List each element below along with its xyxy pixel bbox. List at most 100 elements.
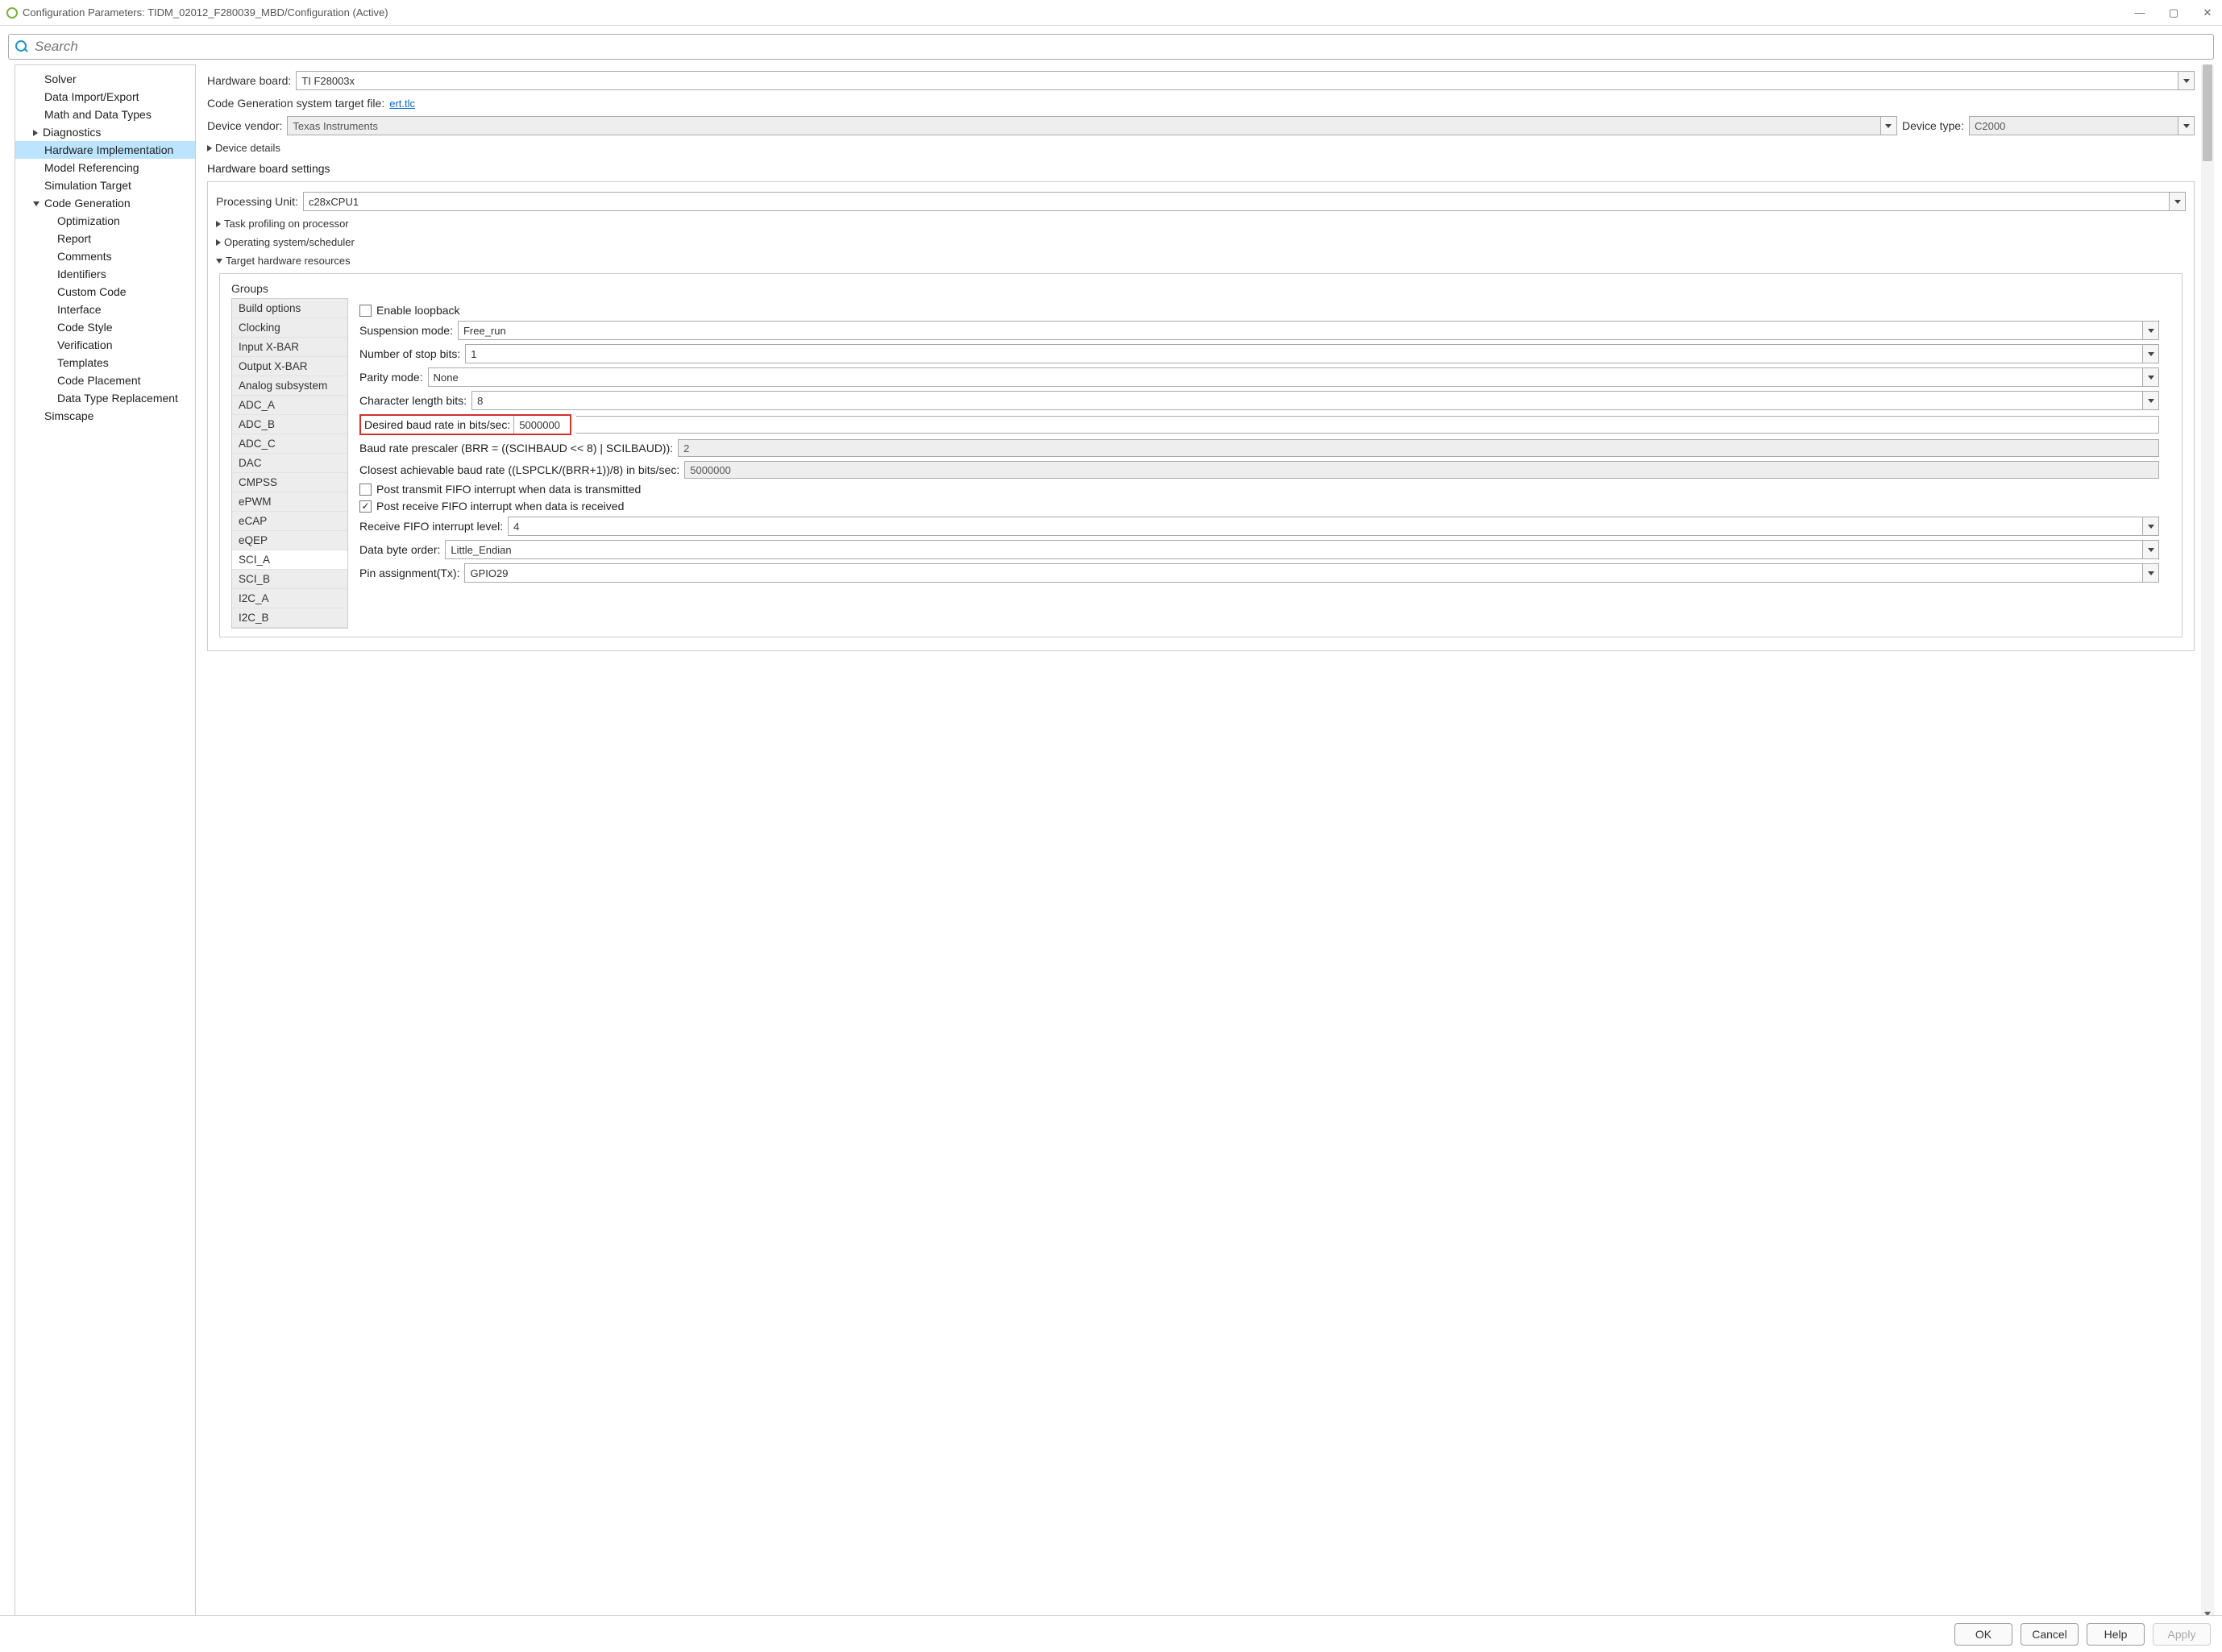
close-button[interactable]: ✕ (2199, 6, 2216, 19)
tree-item[interactable]: Code Style (15, 318, 195, 336)
dev-type-select: C2000 (1969, 116, 2195, 135)
group-item[interactable]: I2C_A (232, 589, 347, 608)
tree-item[interactable]: Report (15, 230, 195, 247)
search-bar[interactable] (8, 34, 2214, 60)
enable-loopback-checkbox[interactable] (359, 305, 372, 317)
charlen-label: Character length bits: (359, 394, 467, 407)
dev-type-value: C2000 (1975, 120, 2005, 132)
chevron-down-icon[interactable] (2142, 564, 2158, 582)
pintx-select[interactable]: GPIO29 (464, 563, 2159, 583)
byteorder-select[interactable]: Little_Endian (445, 540, 2159, 559)
groups-list[interactable]: Build optionsClockingInput X-BAROutput X… (231, 298, 348, 629)
chevron-down-icon[interactable] (2142, 345, 2158, 363)
hw-settings-fieldset: Processing Unit: c28xCPU1 Task profiling… (207, 181, 2195, 651)
group-item[interactable]: ADC_A (232, 396, 347, 415)
help-button[interactable]: Help (2087, 1623, 2145, 1646)
chevron-down-icon[interactable] (2142, 368, 2158, 386)
suspension-value: Free_run (463, 325, 506, 337)
group-item[interactable]: CMPSS (232, 473, 347, 492)
target-hw-toggle[interactable]: Target hardware resources (216, 255, 2186, 267)
group-item[interactable]: DAC (232, 454, 347, 473)
tree-item[interactable]: Verification (15, 336, 195, 354)
tree-item[interactable]: Code Generation (15, 194, 195, 212)
task-profiling-toggle[interactable]: Task profiling on processor (216, 218, 2186, 230)
post-tx-checkbox[interactable] (359, 484, 372, 496)
baud-label: Desired baud rate in bits/sec: (361, 417, 513, 433)
tree-item[interactable]: Simscape (15, 407, 195, 425)
baud-input[interactable]: 5000000 (513, 416, 570, 434)
group-item[interactable]: ADC_C (232, 434, 347, 454)
chevron-down-icon[interactable] (2178, 72, 2194, 89)
tree-item[interactable]: Hardware Implementation (15, 141, 195, 159)
rx-fifo-value: 4 (513, 521, 519, 533)
tree-item[interactable]: Data Type Replacement (15, 389, 195, 407)
post-rx-label: Post receive FIFO interrupt when data is… (376, 500, 624, 513)
closest-value: 5000000 (690, 464, 731, 476)
tree-item[interactable]: Code Placement (15, 371, 195, 389)
chevron-down-icon[interactable] (2142, 392, 2158, 409)
group-item[interactable]: SCI_B (232, 570, 347, 589)
maximize-button[interactable]: ▢ (2166, 6, 2182, 19)
prescaler-label: Baud rate prescaler (BRR = ((SCIHBAUD <<… (359, 442, 673, 455)
tree-item[interactable]: Interface (15, 301, 195, 318)
apply-button: Apply (2153, 1623, 2211, 1646)
caret-right-icon (216, 239, 221, 246)
charlen-value: 8 (477, 395, 483, 407)
chevron-down-icon[interactable] (2142, 322, 2158, 339)
group-item[interactable]: ADC_B (232, 415, 347, 434)
parity-select[interactable]: None (428, 367, 2159, 387)
charlen-select[interactable]: 8 (471, 391, 2159, 410)
chevron-down-icon[interactable] (2169, 193, 2185, 210)
rx-fifo-select[interactable]: 4 (508, 517, 2159, 536)
pintx-value: GPIO29 (470, 567, 508, 579)
stopbits-select[interactable]: 1 (465, 344, 2159, 363)
group-item[interactable]: Output X-BAR (232, 357, 347, 376)
tree-item-label: Interface (57, 303, 101, 316)
group-item[interactable]: ePWM (232, 492, 347, 512)
tree-item[interactable]: Comments (15, 247, 195, 265)
tree-item[interactable]: Templates (15, 354, 195, 371)
main-scrollbar[interactable] (2201, 64, 2214, 1618)
tree-item-label: Data Import/Export (44, 90, 139, 103)
codegen-link[interactable]: ert.tlc (389, 98, 415, 110)
group-item[interactable]: SCI_A (232, 550, 347, 570)
os-scheduler-toggle[interactable]: Operating system/scheduler (216, 236, 2186, 248)
baud-input-extra[interactable] (576, 416, 2159, 434)
minimize-button[interactable]: — (2132, 6, 2148, 19)
suspension-select[interactable]: Free_run (458, 321, 2159, 340)
tree-item[interactable]: Identifiers (15, 265, 195, 283)
caret-right-icon (33, 130, 38, 136)
hw-board-select[interactable]: TI F28003x (296, 71, 2195, 90)
tree-item-label: Diagnostics (43, 126, 101, 139)
group-item[interactable]: Analog subsystem (232, 376, 347, 396)
tree-item[interactable]: Diagnostics (15, 123, 195, 141)
groups-title: Groups (231, 282, 2170, 295)
tree-item[interactable]: Model Referencing (15, 159, 195, 176)
rx-fifo-label: Receive FIFO interrupt level: (359, 520, 503, 533)
proc-unit-label: Processing Unit: (216, 195, 298, 208)
tree-item[interactable]: Data Import/Export (15, 88, 195, 106)
tree-item[interactable]: Custom Code (15, 283, 195, 301)
search-input[interactable] (33, 38, 2207, 56)
chevron-down-icon (1880, 117, 1896, 135)
tree-item[interactable]: Math and Data Types (15, 106, 195, 123)
post-rx-checkbox[interactable] (359, 500, 372, 513)
nav-tree[interactable]: Solver Data Import/Export Math and Data Ty… (15, 64, 196, 1618)
proc-unit-select[interactable]: c28xCPU1 (303, 192, 2186, 211)
group-item[interactable]: Build options (232, 299, 347, 318)
tree-item[interactable]: Solver (15, 70, 195, 88)
group-item[interactable]: Clocking (232, 318, 347, 338)
chevron-down-icon[interactable] (2142, 541, 2158, 558)
tree-item[interactable]: Simulation Target (15, 176, 195, 194)
ok-button[interactable]: OK (1954, 1623, 2012, 1646)
cancel-button[interactable]: Cancel (2021, 1623, 2079, 1646)
group-item[interactable]: eCAP (232, 512, 347, 531)
chevron-down-icon[interactable] (2142, 517, 2158, 535)
group-item[interactable]: I2C_B (232, 608, 347, 628)
group-item[interactable]: eQEP (232, 531, 347, 550)
tree-item[interactable]: Optimization (15, 212, 195, 230)
device-details-toggle[interactable]: Device details (207, 142, 2195, 154)
group-item[interactable]: Input X-BAR (232, 338, 347, 357)
scrollbar-thumb[interactable] (2203, 64, 2212, 161)
prescaler-field: 2 (678, 439, 2159, 457)
